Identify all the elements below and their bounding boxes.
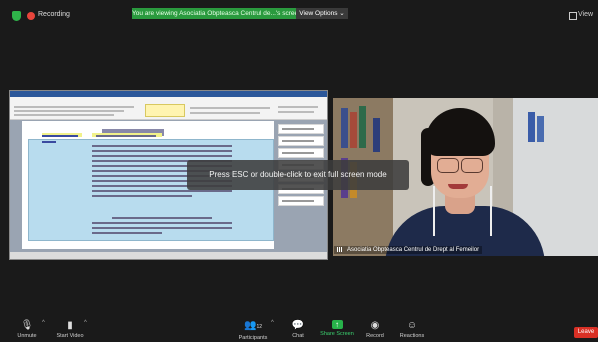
- video-options-caret[interactable]: ^: [84, 320, 87, 326]
- audio-options-caret[interactable]: ^: [42, 320, 45, 326]
- view-button[interactable]: View: [568, 11, 593, 20]
- mic-muted-icon: 🎙: [20, 320, 34, 331]
- record-button[interactable]: ◉ Record: [364, 320, 386, 340]
- signal-icon: [337, 246, 345, 252]
- document-status-bar: [10, 252, 327, 259]
- share-screen-icon: ↑: [331, 320, 343, 329]
- participants-options-caret[interactable]: ^: [271, 320, 274, 326]
- meeting-toolbar: 🎙 Unmute ^ ▮ Start Video ^ 👥12 Participa…: [0, 318, 598, 341]
- video-off-icon: ▮: [67, 320, 73, 331]
- chat-icon: 💬: [291, 320, 305, 331]
- shield-icon: [12, 11, 21, 21]
- exit-fullscreen-toast: Press ESC or double-click to exit full s…: [187, 160, 409, 190]
- meeting-top-bar: Recording You are viewing Asociatia Obpt…: [0, 0, 598, 26]
- participant-name-label: Asociatia Obpteasca Centrul de Drept al …: [334, 245, 483, 254]
- reactions-icon: ☺: [406, 320, 418, 331]
- participants-button[interactable]: 👥12 Participants: [234, 320, 272, 342]
- record-icon: ◉: [370, 320, 380, 331]
- view-options-button[interactable]: View Options ⌄: [296, 8, 348, 19]
- reactions-button[interactable]: ☺ Reactions: [398, 320, 426, 340]
- share-screen-button[interactable]: ↑ Share Screen: [320, 320, 354, 338]
- viewing-screen-banner: You are viewing Asociatia Obpteasca Cent…: [132, 8, 296, 19]
- chat-button[interactable]: 💬 Chat: [288, 320, 308, 340]
- unmute-button[interactable]: 🎙 Unmute: [12, 320, 42, 340]
- participants-icon: 👥12: [243, 320, 262, 331]
- start-video-button[interactable]: ▮ Start Video: [52, 320, 88, 340]
- leave-button[interactable]: Leave: [574, 327, 598, 338]
- record-dot-icon: [27, 12, 35, 20]
- recording-label: Recording: [38, 11, 70, 18]
- document-ribbon: [10, 97, 327, 120]
